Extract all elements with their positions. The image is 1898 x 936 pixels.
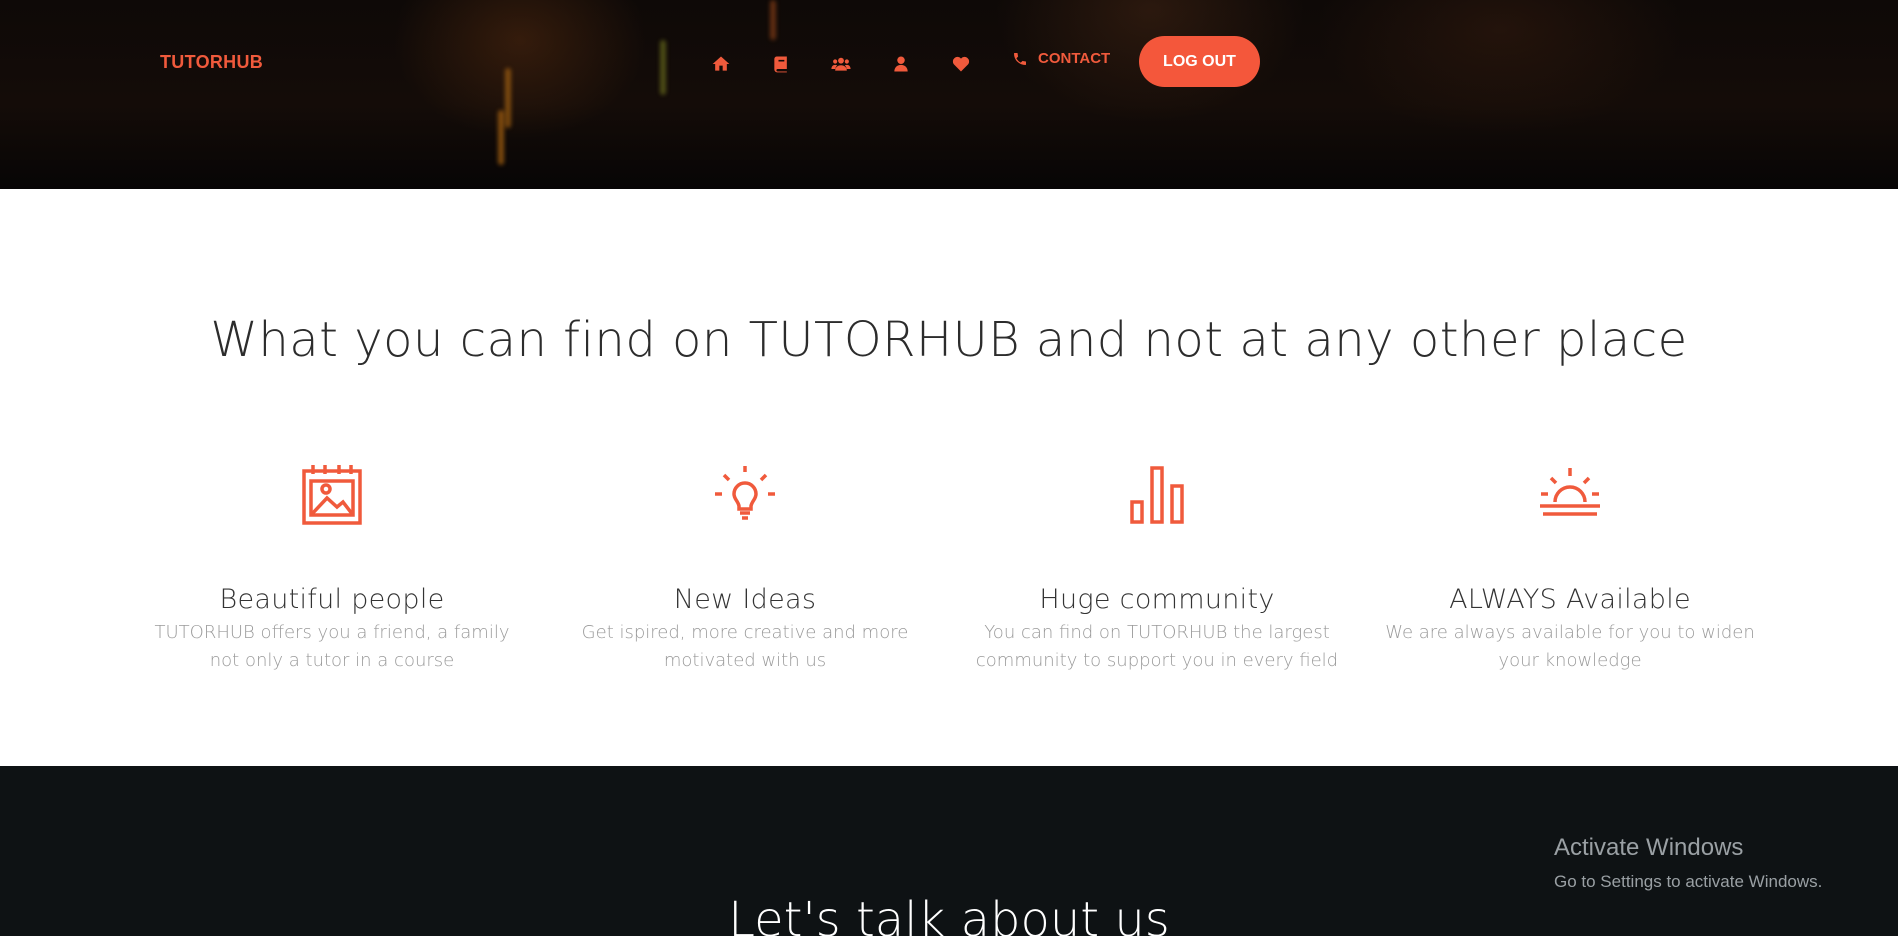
lightbulb-icon bbox=[712, 462, 778, 528]
site-logo[interactable]: TUTORHUB bbox=[160, 52, 263, 73]
bg-light-streak bbox=[660, 40, 666, 95]
sunrise-icon bbox=[1537, 462, 1603, 528]
phone-icon bbox=[1014, 52, 1026, 65]
feature-description: Get ispired, more creative and more moti… bbox=[581, 622, 909, 671]
user-icon[interactable] bbox=[890, 53, 912, 75]
features-headline: What you can find on TUTORHUB and not at… bbox=[210, 312, 1688, 368]
watermark-line1: Activate Windows bbox=[1554, 834, 1744, 861]
feature-title: Huge community bbox=[1039, 584, 1275, 615]
heart-icon[interactable] bbox=[950, 53, 972, 75]
feature-title: Beautiful people bbox=[219, 584, 445, 615]
feature-description: We are always available for you to widen… bbox=[1385, 622, 1755, 671]
book-icon[interactable] bbox=[770, 53, 792, 75]
about-section: Let's talk about us Activate Windows Go … bbox=[0, 766, 1898, 936]
contact-link[interactable]: CONTACT bbox=[1012, 50, 1110, 67]
bg-light-streak bbox=[770, 0, 776, 40]
users-icon[interactable] bbox=[830, 53, 852, 75]
activate-windows-watermark: Activate Windows Go to Settings to activ… bbox=[1554, 834, 1822, 892]
bg-light-streak bbox=[498, 110, 504, 165]
bg-light-streak bbox=[505, 68, 511, 128]
feature-description: TUTORHUB offers you a friend, a family n… bbox=[154, 622, 510, 671]
feature-description: You can find on TUTORHUB the largest com… bbox=[975, 622, 1339, 671]
contact-label: CONTACT bbox=[1038, 50, 1111, 67]
feature-card: New Ideas Get ispired, more creative and… bbox=[545, 462, 945, 675]
logout-button[interactable]: LOG OUT bbox=[1139, 36, 1260, 87]
about-title: Let's talk about us bbox=[728, 892, 1170, 936]
feature-card: Huge community You can find on TUTORHUB … bbox=[957, 462, 1357, 675]
feature-card: ALWAYS Available We are always available… bbox=[1370, 462, 1770, 675]
feature-card: Beautiful people TUTORHUB offers you a f… bbox=[132, 462, 532, 675]
home-icon[interactable] bbox=[710, 53, 732, 75]
feature-title: ALWAYS Available bbox=[1449, 584, 1691, 615]
hero-header: TUTORHUB CONTACT LOG OUT bbox=[0, 0, 1898, 189]
bar-chart-icon bbox=[1124, 462, 1190, 528]
feature-title: New Ideas bbox=[673, 584, 817, 615]
picture-calendar-icon bbox=[299, 462, 365, 528]
watermark-line2: Go to Settings to activate Windows. bbox=[1554, 872, 1823, 891]
